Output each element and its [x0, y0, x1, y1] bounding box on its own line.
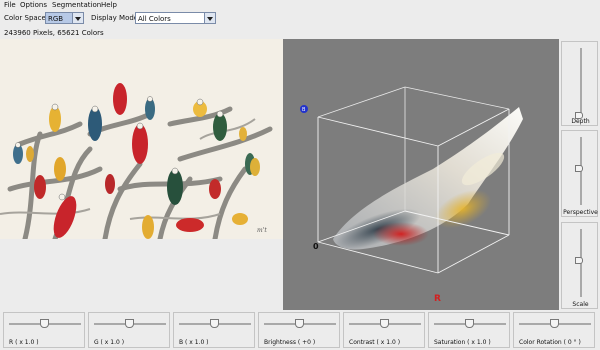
depth-slider-label: Depth: [571, 118, 590, 125]
source-image: m't: [0, 39, 283, 239]
red-gain-label: R ( x 1.0 ): [9, 339, 39, 346]
red-gain-slider[interactable]: R ( x 1.0 ): [3, 312, 85, 348]
contrast-slider[interactable]: Contrast ( x 1.0 ): [343, 312, 425, 348]
toolbar: Color Space: RGB Display Mode: All Color…: [0, 10, 600, 26]
perspective-slider-label: Perspective: [563, 209, 598, 216]
chevron-down-icon[interactable]: [204, 13, 215, 23]
adjustment-sliders: R ( x 1.0 ) G ( x 1.0 ) B ( x 1.0 ) Brig…: [0, 312, 600, 350]
b-axis-label: B: [302, 107, 306, 113]
scale-slider-thumb[interactable]: [575, 257, 583, 264]
color-rotation-label: Color Rotation ( 0 ° ): [519, 339, 581, 346]
saturation-thumb[interactable]: [465, 319, 474, 328]
display-mode-label: Display Mode:: [91, 14, 141, 22]
blue-gain-thumb[interactable]: [210, 319, 219, 328]
brightness-thumb[interactable]: [295, 319, 304, 328]
saturation-label: Saturation ( x 1.0 ): [434, 339, 491, 346]
color-space-value: RGB: [48, 15, 64, 23]
brightness-label: Brightness ( +0 ): [264, 339, 316, 346]
blue-gain-label: B ( x 1.0 ): [179, 339, 209, 346]
view-sliders: Depth Perspective Scale: [560, 39, 600, 310]
brightness-slider[interactable]: Brightness ( +0 ): [258, 312, 340, 348]
menu-options[interactable]: Options: [20, 1, 47, 9]
color-space-select[interactable]: RGB: [45, 12, 84, 24]
red-gain-thumb[interactable]: [40, 319, 49, 328]
color-cube-plot[interactable]: B 0 R: [283, 39, 559, 310]
green-gain-slider[interactable]: G ( x 1.0 ): [88, 312, 170, 348]
svg-text:m't: m't: [257, 227, 267, 234]
pixel-color-count: 243960 Pixels, 65621 Colors: [4, 29, 104, 37]
chevron-down-icon[interactable]: [72, 13, 83, 23]
menu-bar: File Options Segmentation Help: [0, 0, 600, 10]
image-panel-empty-area: [0, 239, 283, 310]
parrot-painting: m't: [0, 39, 283, 239]
color-space-label: Color Space:: [4, 14, 49, 22]
origin-label: 0: [313, 242, 319, 251]
green-gain-thumb[interactable]: [125, 319, 134, 328]
menu-segmentation[interactable]: Segmentation: [52, 1, 101, 9]
green-gain-label: G ( x 1.0 ): [94, 339, 125, 346]
blue-gain-slider[interactable]: B ( x 1.0 ): [173, 312, 255, 348]
scale-slider[interactable]: Scale: [561, 222, 598, 309]
color-rotation-slider[interactable]: Color Rotation ( 0 ° ): [513, 312, 595, 348]
perspective-slider[interactable]: Perspective: [561, 130, 598, 217]
color-rotation-thumb[interactable]: [550, 319, 559, 328]
color-cube-svg: B 0 R: [300, 86, 523, 304]
menu-file[interactable]: File: [4, 1, 16, 9]
depth-slider[interactable]: Depth: [561, 41, 598, 126]
display-mode-value: All Colors: [138, 15, 171, 23]
saturation-slider[interactable]: Saturation ( x 1.0 ): [428, 312, 510, 348]
depth-slider-track[interactable]: [580, 48, 582, 113]
contrast-thumb[interactable]: [380, 319, 389, 328]
perspective-slider-thumb[interactable]: [575, 165, 583, 172]
r-axis-label: R: [434, 294, 441, 304]
blue-axis-marker: B: [300, 105, 308, 113]
menu-help[interactable]: Help: [101, 1, 117, 9]
contrast-label: Contrast ( x 1.0 ): [349, 339, 401, 346]
scale-slider-label: Scale: [572, 301, 589, 308]
display-mode-select[interactable]: All Colors: [135, 12, 216, 24]
